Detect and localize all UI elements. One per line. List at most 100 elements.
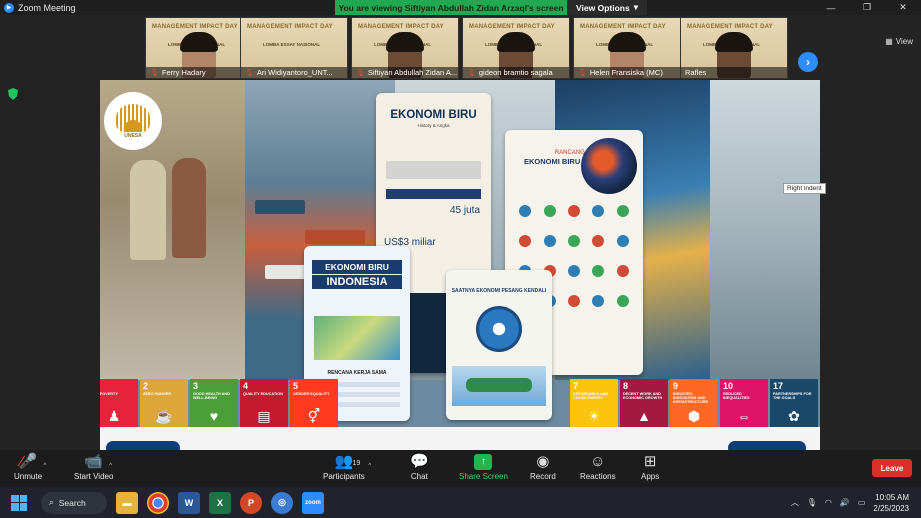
encryption-shield-icon[interactable]: [8, 88, 18, 100]
next-page-arrow-icon[interactable]: ›: [798, 52, 818, 72]
sdg-tile: 10 Reduced Inequalities ⇔: [720, 379, 768, 427]
wifi-icon[interactable]: ◠: [825, 498, 832, 507]
apps-label: Apps: [641, 472, 660, 481]
infographic-subtitle: INDONESIA: [312, 275, 402, 289]
window-controls: — ❐ ✕: [813, 0, 921, 15]
caret-up-icon[interactable]: ^: [44, 456, 47, 476]
restore-icon[interactable]: ❐: [849, 0, 885, 15]
windows-start-icon[interactable]: [11, 494, 27, 511]
sharing-banner-text: You are viewing Siftiyan Abdullah Zidan …: [338, 2, 564, 13]
participant-hair: [386, 32, 424, 52]
start-video-button[interactable]: 📹 ^ Start Video: [74, 452, 113, 481]
sdg-number: 8: [623, 381, 629, 391]
sdg-icon: ⬢: [687, 408, 701, 424]
participant-hair: [180, 32, 218, 52]
mic-muted-icon: 🎙: [578, 70, 587, 77]
participant-name: Siftiyan Abdullah Zidan A...: [367, 68, 458, 77]
sdg-icon: ♟: [107, 408, 121, 424]
participant-tile[interactable]: MANAGEMENT IMPACT DAY LOMBA ESSAY NASION…: [240, 17, 348, 79]
battery-icon[interactable]: ▭: [858, 498, 866, 507]
sdg-icon: ☕: [155, 408, 173, 424]
participants-button[interactable]: 👥 19 ^ Participants: [323, 452, 371, 481]
reactions-icon: ☺: [590, 453, 606, 470]
share-screen-button[interactable]: ↑ Share Screen: [459, 452, 508, 481]
participant-tile[interactable]: MANAGEMENT IMPACT DAY LOMBA ESSAY NASION…: [680, 17, 788, 79]
sdg-label: Gender Equality: [293, 392, 330, 396]
participant-name: gideon bramtio sagala: [478, 68, 553, 77]
title-bar: ▶ Zoom Meeting You are viewing Siftiyan …: [0, 0, 921, 15]
sdg-label: Affordable and Clean Energy: [573, 392, 609, 401]
grid-icon: ▦: [885, 37, 893, 46]
view-button-label: View: [895, 37, 913, 46]
unesa-logo-text: UNESA: [124, 132, 142, 139]
chat-icon: 💬: [410, 453, 429, 470]
chrome-icon[interactable]: [147, 491, 169, 514]
participant-tile[interactable]: MANAGEMENT IMPACT DAY LOMBA ESSAY NASION…: [351, 17, 459, 79]
chevron-up-icon[interactable]: ︿: [791, 497, 799, 508]
caret-up-icon[interactable]: ^: [368, 456, 371, 476]
sdg-tile: 4 Quality Education ▤: [240, 379, 288, 427]
photo-boat: [305, 230, 365, 244]
apps-button[interactable]: ⊞ Apps: [641, 452, 659, 481]
footer-pill: [106, 441, 180, 450]
close-icon[interactable]: ✕: [885, 0, 921, 15]
sdg-row-right: 7 Affordable and Clean Energy ☀ 8 Decent Wor…: [570, 379, 820, 427]
tile-banner-title: MANAGEMENT IMPACT DAY: [687, 24, 773, 30]
search-icon: ⌕: [49, 497, 54, 507]
sdg-icon: ▤: [257, 408, 271, 424]
sdg-icon: ✿: [788, 408, 800, 424]
participant-name: Ferry Hadary: [161, 68, 206, 77]
leave-button[interactable]: Leave: [872, 459, 912, 477]
mic-muted-icon: 🎙: [150, 70, 159, 77]
browser-icon[interactable]: ◎: [271, 491, 293, 514]
zoom-taskbar-icon[interactable]: zoom: [302, 491, 324, 514]
view-button[interactable]: ▦ View: [885, 37, 913, 46]
chat-label: Chat: [410, 472, 428, 481]
infographic-title: SAATNYA EKONOMI PESANG KENDALI: [451, 288, 547, 294]
zoom-logo-icon: ▶: [4, 2, 14, 13]
tooltip: Right indent: [783, 183, 826, 194]
sdg-tile: 2 Zero Hunger ☕: [140, 379, 188, 427]
sdg-number: 10: [723, 381, 734, 391]
chevron-down-icon: ▾: [633, 2, 638, 12]
tile-banner-title: MANAGEMENT IMPACT DAY: [247, 24, 333, 30]
file-explorer-icon[interactable]: ▬: [116, 491, 138, 514]
sdg-number: 17: [773, 381, 784, 391]
word-icon[interactable]: W: [178, 491, 200, 514]
participant-tile[interactable]: MANAGEMENT IMPACT DAY LOMBA ESSAY NASION…: [145, 17, 253, 79]
unmute-button[interactable]: 🎤 ⁄ ^ Unmute: [14, 452, 46, 481]
record-button[interactable]: ◉ Record: [530, 452, 556, 481]
mic-muted-icon: 🎙: [245, 70, 254, 77]
search-label: Search: [58, 497, 86, 508]
microphone-icon[interactable]: 🎙: [807, 498, 817, 507]
sdg-number: 5: [293, 381, 299, 391]
system-tray: ︿ 🎙 ◠ 🔊 ▭ 10:05 AM 2/25/2023: [791, 487, 909, 518]
sdg-number: 4: [243, 381, 249, 391]
meeting-toolbar: 🎤 ⁄ ^ Unmute 📹 ^ Start Video 👥 19 ^ Participa…: [0, 450, 921, 487]
excel-icon[interactable]: X: [209, 491, 231, 514]
participant-hair: [608, 32, 646, 52]
participant-name: Helen Fransiska (MC): [589, 68, 663, 77]
photo-boat: [255, 200, 305, 214]
tile-banner-title: MANAGEMENT IMPACT DAY: [580, 24, 666, 30]
sdg-label: Reduced Inequalities: [723, 392, 750, 401]
powerpoint-icon[interactable]: P: [240, 491, 262, 514]
sdg-icon: ☀: [587, 408, 601, 424]
tile-banner-subtitle: LOMBA ESSAY NASIONAL: [263, 42, 321, 47]
volume-icon[interactable]: 🔊: [840, 498, 850, 507]
participant-tile[interactable]: MANAGEMENT IMPACT DAY LOMBA ESSAY NASION…: [573, 17, 681, 79]
view-options-button[interactable]: View Options ▾: [567, 0, 647, 15]
sdg-tile: 3 Good Health and Well-Being ♥: [190, 379, 238, 427]
mic-muted-icon: 🎙: [467, 70, 476, 77]
taskbar-search[interactable]: ⌕ Search: [41, 491, 107, 514]
map-illustration: [314, 316, 400, 360]
infographic-icon-row: [513, 235, 635, 257]
sdg-number: 9: [673, 381, 679, 391]
minimize-icon[interactable]: —: [813, 0, 849, 15]
coral-illustration: [581, 138, 637, 194]
clock[interactable]: 10:05 AM 2/25/2023: [873, 492, 909, 514]
participant-tile[interactable]: MANAGEMENT IMPACT DAY LOMBA ESSAY NASION…: [462, 17, 570, 79]
reactions-button[interactable]: ☺ Reactions: [580, 452, 616, 481]
caret-up-icon[interactable]: ^: [109, 456, 112, 476]
chat-button[interactable]: 💬 Chat: [410, 452, 429, 481]
